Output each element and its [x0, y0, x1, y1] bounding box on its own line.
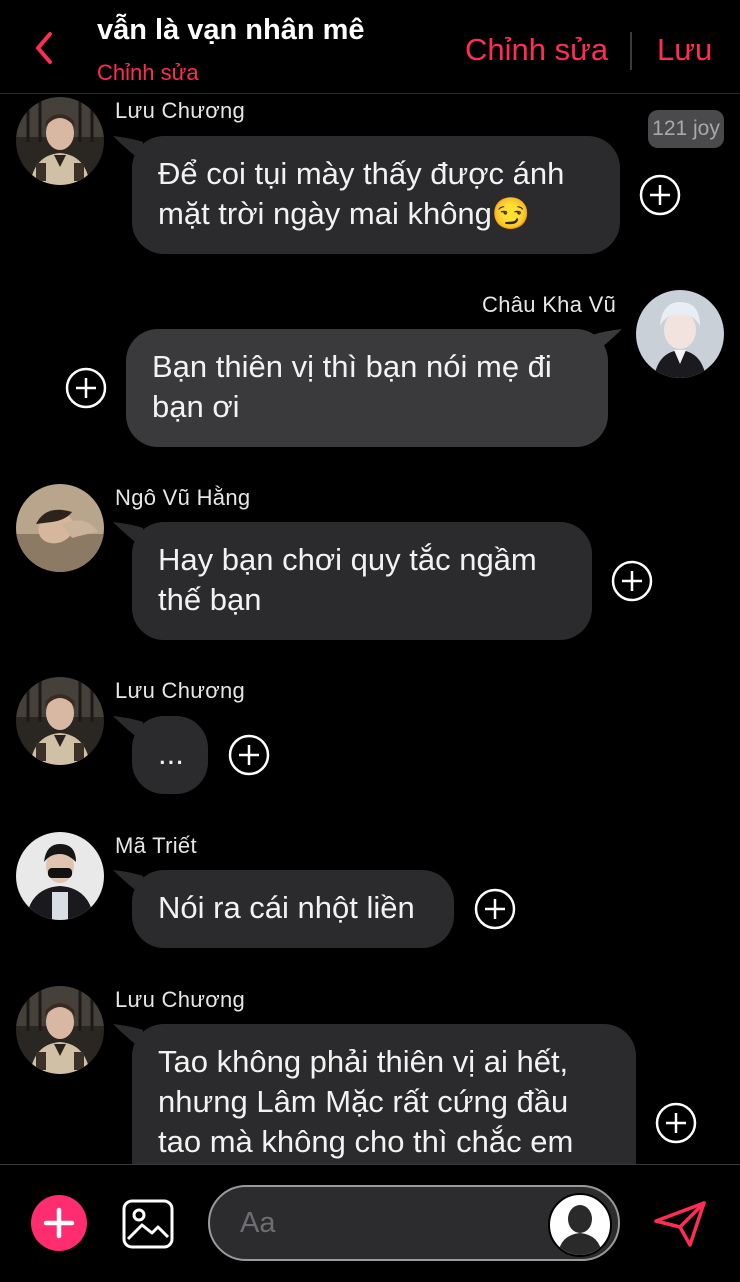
image-icon[interactable] — [122, 1199, 174, 1249]
message-bubble[interactable]: Nói ra cái nhột liền — [132, 870, 454, 948]
message-bubble[interactable]: ... — [132, 716, 208, 794]
message-input[interactable]: Aa — [208, 1185, 620, 1261]
add-reaction-icon[interactable] — [611, 560, 653, 602]
message-line: bạn ơi — [152, 389, 240, 424]
message-bubble[interactable]: Để coi tụi mày thấy được ánh mặt trời ng… — [132, 136, 620, 254]
send-icon[interactable] — [652, 1199, 708, 1249]
message-line: tao mà không cho thì chắc em — [158, 1124, 574, 1159]
avatar[interactable] — [636, 290, 724, 378]
message-line: Để coi tụi mày thấy được ánh — [158, 156, 565, 191]
message-line: ... — [158, 736, 184, 771]
plus-icon — [43, 1207, 75, 1239]
add-reaction-icon[interactable] — [474, 888, 516, 930]
message-line: Bạn thiên vị thì bạn nói mẹ đi — [152, 349, 552, 384]
composer-bar: Aa — [0, 1164, 740, 1282]
message-line: Nói ra cái nhột liền — [158, 890, 415, 925]
avatar[interactable] — [16, 986, 104, 1074]
save-button[interactable]: Lưu — [657, 32, 712, 68]
edit-button[interactable]: Chỉnh sửa — [465, 32, 608, 68]
message-line: Tao không phải thiên vị ai hết, — [158, 1044, 569, 1079]
avatar[interactable] — [16, 677, 104, 765]
message-line: nhưng Lâm Mặc rất cứng đầu — [158, 1084, 569, 1119]
sender-name: Ngô Vũ Hằng — [115, 485, 251, 510]
back-icon[interactable] — [28, 28, 62, 68]
add-reaction-icon[interactable] — [65, 367, 107, 409]
persona-avatar[interactable] — [548, 1193, 612, 1257]
message-input-placeholder: Aa — [240, 1207, 276, 1239]
chat-header: vẫn là vạn nhân mê Chỉnh sửa Chỉnh sửa L… — [0, 0, 740, 94]
sender-name: Châu Kha Vũ — [482, 292, 617, 317]
sender-name: Lưu Chương — [115, 987, 246, 1012]
message-line: Hay bạn chơi quy tắc ngầm — [158, 542, 537, 577]
message-line: thế bạn — [158, 582, 262, 617]
add-reaction-icon[interactable] — [639, 174, 681, 216]
add-reaction-icon[interactable] — [228, 734, 270, 776]
header-divider — [630, 32, 632, 70]
message-bubble[interactable]: Hay bạn chơi quy tắc ngầm thế bạn — [132, 522, 592, 640]
sender-name: Mã Triết — [115, 833, 197, 858]
add-reaction-icon[interactable] — [655, 1102, 697, 1144]
sender-name: Lưu Chương — [115, 678, 246, 703]
message-bubble[interactable]: Bạn thiên vị thì bạn nói mẹ đi bạn ơi — [126, 329, 608, 447]
message-line: mặt trời ngày mai không😏 — [158, 196, 531, 231]
sender-name: Lưu Chương — [115, 98, 246, 123]
chat-subtitle[interactable]: Chỉnh sửa — [97, 60, 199, 86]
avatar[interactable] — [16, 97, 104, 185]
avatar[interactable] — [16, 832, 104, 920]
avatar[interactable] — [16, 484, 104, 572]
add-button[interactable] — [31, 1195, 87, 1251]
chat-title: vẫn là vạn nhân mê — [97, 14, 365, 46]
joy-count-badge: 121 joy — [648, 110, 724, 148]
